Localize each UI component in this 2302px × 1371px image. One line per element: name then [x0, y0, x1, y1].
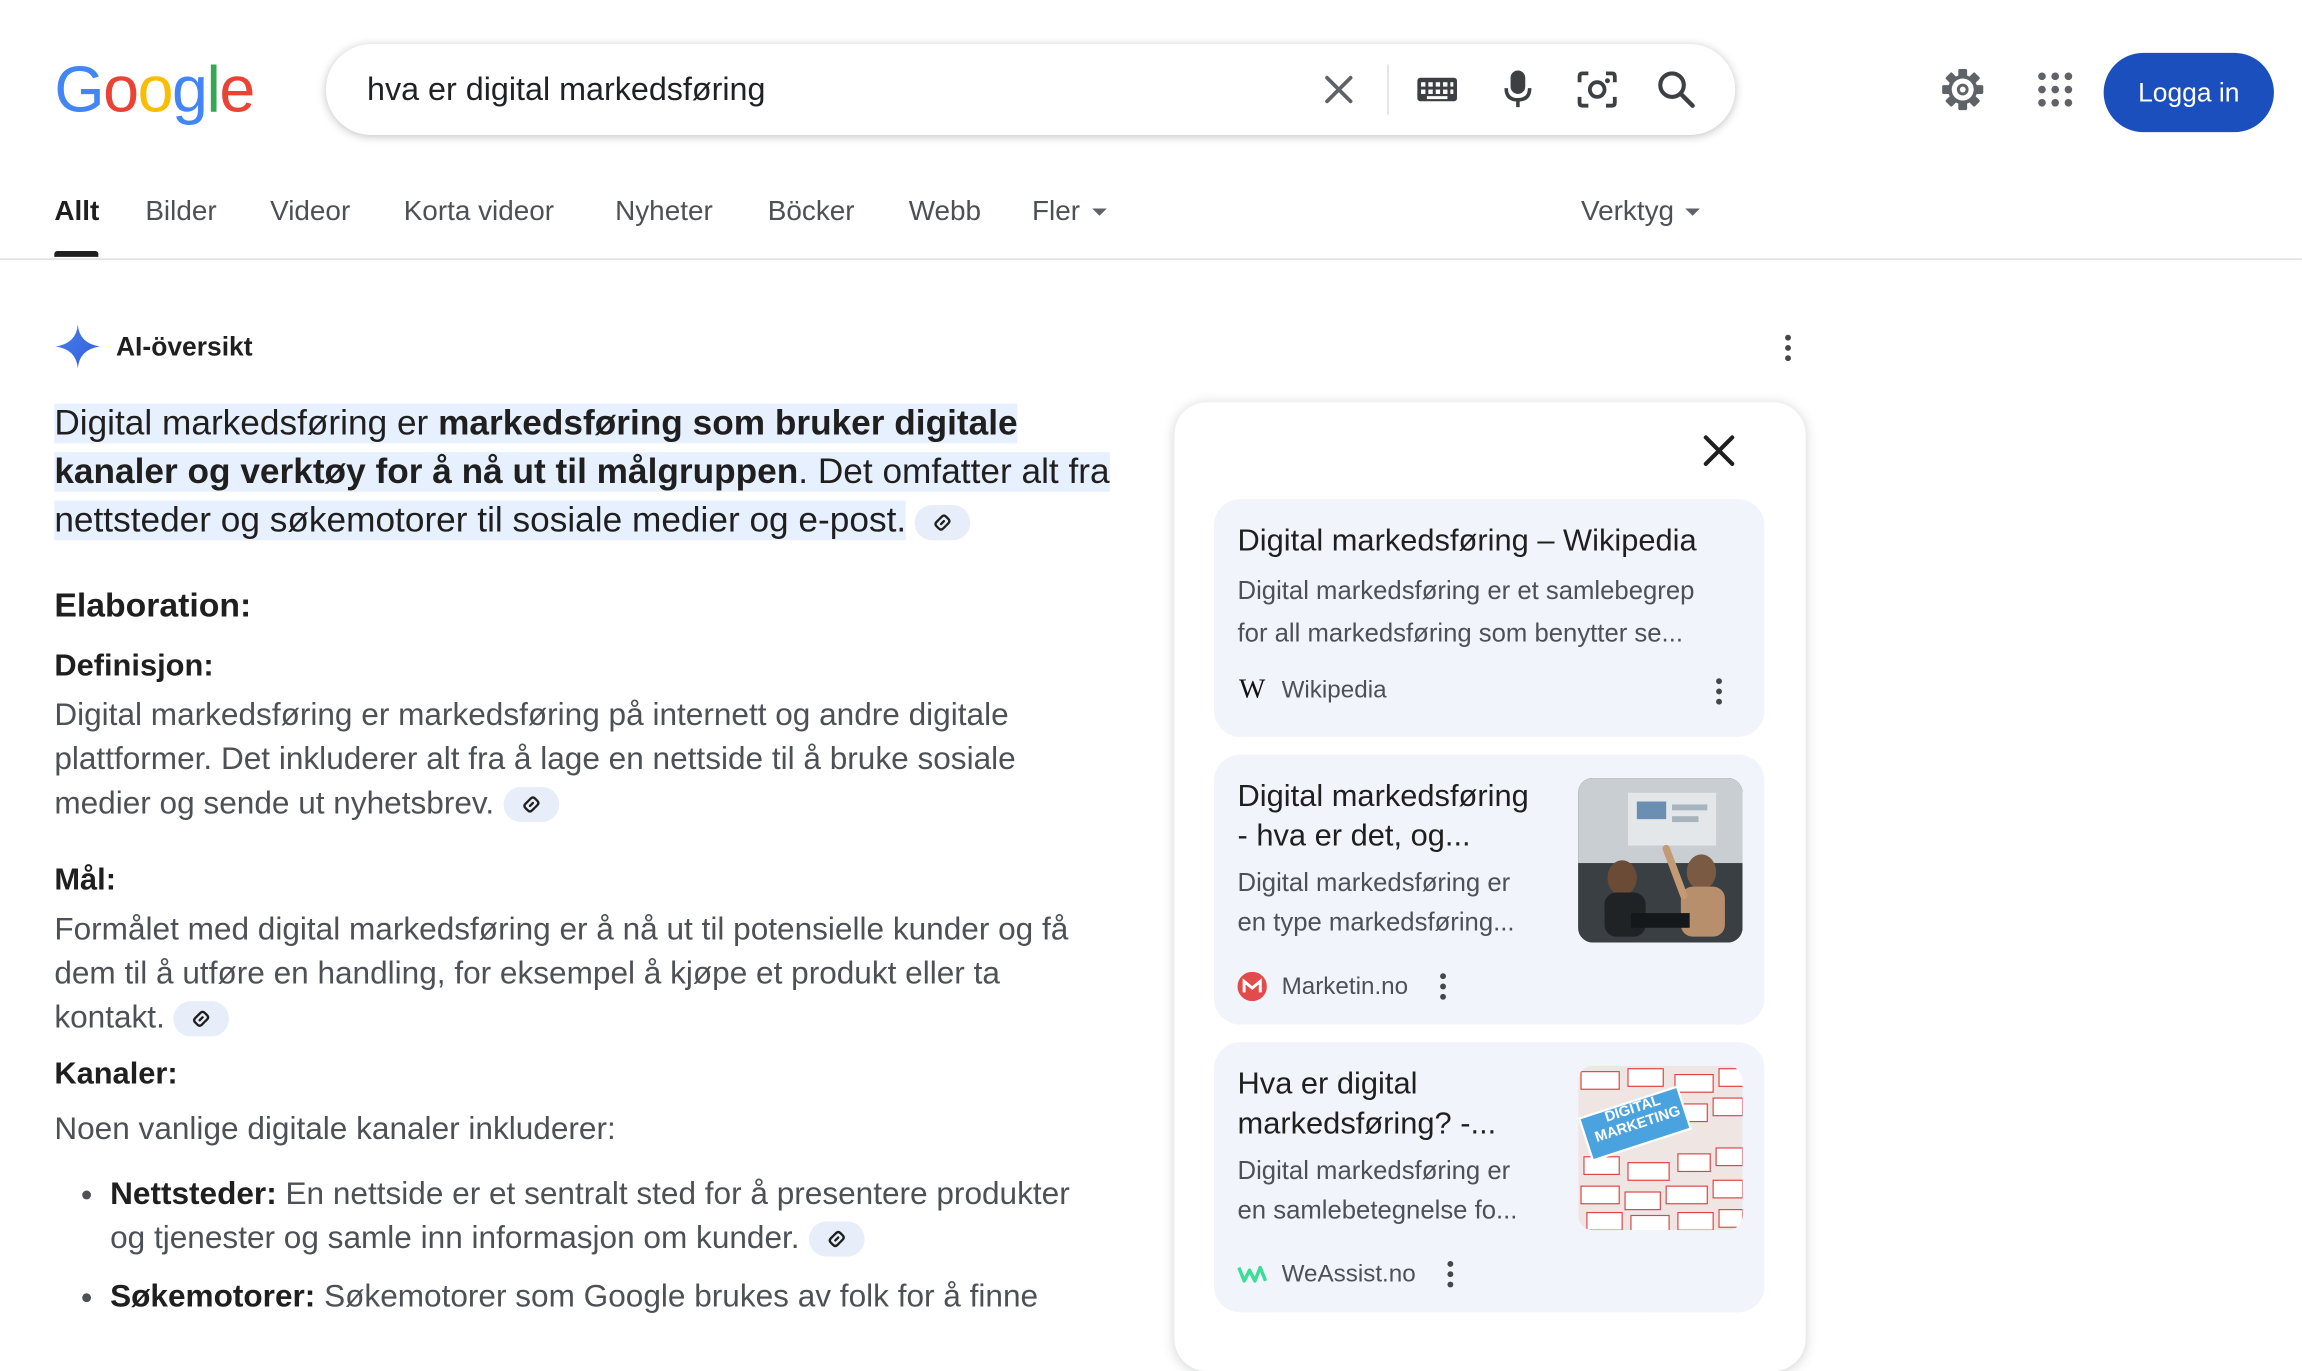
tab-bocker[interactable]: Böcker: [768, 197, 855, 229]
snippet-line: Digital markedsføring er: [1237, 867, 1511, 897]
login-button[interactable]: Logga in: [2103, 52, 2274, 133]
tab-fler[interactable]: Fler: [1032, 196, 1107, 229]
bullet-term: Nettsteder:: [110, 1175, 277, 1212]
tab-videor[interactable]: Videor: [270, 197, 350, 229]
ai-summary: Digital markedsføring er markedsføring s…: [54, 399, 1111, 544]
snippet-line: for all markedsføring som benytter se...: [1237, 618, 1683, 648]
snippet-line: en samlebetegnelse fo...: [1237, 1194, 1518, 1225]
sources-panel: Digital markedsføring – Wikipedia Digita…: [1174, 402, 1806, 1371]
summary-pre: Digital markedsføring er: [54, 403, 439, 444]
snippet-line: en type markedsføring...: [1237, 907, 1515, 937]
ai-overview-header: AI-översikt: [54, 323, 253, 370]
apps-grid-icon[interactable]: [2030, 65, 2080, 115]
site-name: WeAssist.no: [1281, 1260, 1416, 1287]
snippet-line: Digital markedsføring er: [1237, 1155, 1511, 1185]
clear-icon[interactable]: [1318, 69, 1359, 110]
site-name: Wikipedia: [1281, 676, 1387, 703]
close-icon[interactable]: [1697, 429, 1741, 473]
goal-text: Formålet med digital markedsføring er å …: [54, 907, 1111, 1039]
source-snippet: Digital markedsføring er en type markedsf…: [1238, 863, 1515, 942]
search-divider: [1387, 64, 1389, 115]
source-more-icon[interactable]: [1429, 964, 1458, 1008]
source-title[interactable]: Digital markedsføring - hva er det, og...: [1238, 777, 1529, 856]
tab-bilder[interactable]: Bilder: [145, 197, 216, 229]
source-more-icon[interactable]: [1704, 669, 1733, 713]
active-tab-indicator: [54, 251, 99, 257]
source-card-wikipedia[interactable]: Digital markedsføring – Wikipedia Digita…: [1214, 499, 1765, 737]
channels-list: Nettsteder: En nettside er et sentralt s…: [54, 1171, 1111, 1318]
source-card-marketin[interactable]: Digital markedsføring - hva er det, og...…: [1214, 754, 1765, 1025]
tools-label: Verktyg: [1581, 196, 1675, 228]
snippet-line: Digital markedsføring er et samlebegrep: [1237, 575, 1695, 605]
definition-heading: Definisjon:: [54, 648, 214, 683]
source-more-icon[interactable]: [1436, 1252, 1465, 1296]
marketin-logo-icon: [1237, 971, 1267, 1002]
gemini-sparkle-icon: [55, 324, 100, 369]
chevron-down-icon: [1091, 209, 1107, 217]
search-box[interactable]: hva er digital markedsføring: [325, 44, 1736, 136]
bullet-text: Søkemotorer som Google brukes av folk fo…: [315, 1278, 1039, 1314]
source-thumbnail[interactable]: [1578, 778, 1743, 943]
link-icon: [934, 513, 951, 531]
source-site: WeAssist.no: [1237, 1252, 1466, 1296]
source-link-chip[interactable]: [808, 1221, 865, 1258]
site-name: Marketin.no: [1281, 972, 1409, 999]
source-snippet: Digital markedsføring er et samlebegrep f…: [1238, 570, 1695, 655]
source-link-chip[interactable]: [502, 787, 559, 823]
search-input[interactable]: hva er digital markedsføring: [367, 70, 765, 108]
tab-allt[interactable]: Allt: [54, 197, 99, 229]
settings-gear-icon[interactable]: [1938, 65, 1988, 115]
weassist-logo-icon: [1237, 1260, 1267, 1289]
microphone-icon[interactable]: [1497, 69, 1538, 110]
bullet-term: Søkemotorer:: [110, 1278, 316, 1314]
source-site: Marketin.no: [1237, 964, 1459, 1008]
list-item: Nettsteder: En nettside er et sentralt s…: [110, 1171, 1111, 1259]
tools-button[interactable]: Verktyg: [1581, 196, 1701, 229]
title-line: Digital markedsføring: [1237, 779, 1529, 814]
title-line: Hva er digital: [1237, 1067, 1418, 1101]
ai-overview-label: AI-översikt: [115, 331, 253, 361]
tab-fler-label: Fler: [1032, 196, 1081, 228]
google-logo[interactable]: Google: [54, 58, 255, 124]
tab-korta-videor[interactable]: Korta videor: [404, 197, 554, 229]
google-search-page: Google hva er digital markedsføring Logg…: [0, 0, 2302, 1371]
link-icon: [828, 1231, 845, 1248]
channels-heading: Kanaler:: [54, 1056, 178, 1091]
source-title[interactable]: Digital markedsføring – Wikipedia: [1238, 521, 1697, 561]
search-icon[interactable]: [1656, 69, 1697, 110]
link-icon: [193, 1011, 210, 1028]
source-title[interactable]: Hva er digital markedsføring? -...: [1238, 1064, 1497, 1143]
source-link-chip[interactable]: [173, 1001, 230, 1037]
tab-webb[interactable]: Webb: [909, 197, 981, 229]
source-site: W Wikipedia: [1238, 673, 1387, 705]
definition-text: Digital markedsføring er markedsføring p…: [54, 693, 1111, 825]
chevron-down-icon: [1685, 209, 1701, 217]
header-divider: [0, 258, 2302, 260]
wikipedia-icon: W: [1239, 673, 1266, 705]
title-line: markedsføring? -...: [1237, 1106, 1497, 1141]
list-item: Søkemotorer: Søkemotorer som Google bruk…: [110, 1274, 1111, 1318]
elaboration-heading: Elaboration:: [54, 585, 252, 624]
goal-heading: Mål:: [54, 863, 116, 897]
ai-overview-content: Digital markedsføring er markedsføring s…: [54, 399, 1111, 1333]
source-thumbnail[interactable]: DIGITAL MARKETING: [1578, 1065, 1743, 1231]
source-link-chip[interactable]: [914, 504, 971, 540]
ai-overview-more-icon[interactable]: [1773, 326, 1802, 370]
source-snippet: Digital markedsføring er en samlebetegnel…: [1238, 1151, 1518, 1230]
keyboard-icon[interactable]: [1417, 69, 1458, 110]
channels-intro: Noen vanlige digitale kanaler inkluderer…: [54, 1111, 616, 1147]
title-line: - hva er det, og...: [1237, 819, 1471, 853]
link-icon: [522, 796, 539, 814]
camera-lens-icon[interactable]: [1577, 69, 1618, 110]
tab-nyheter[interactable]: Nyheter: [615, 197, 713, 229]
source-card-weassist[interactable]: Hva er digital markedsføring? -... Digita…: [1214, 1042, 1765, 1313]
